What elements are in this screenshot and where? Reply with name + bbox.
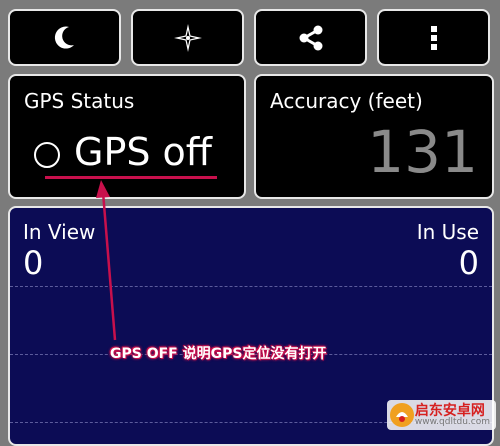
site-logo-icon — [389, 403, 414, 427]
watermark-url: www.qdltdu.com — [414, 416, 490, 427]
watermark-title: 启东安卓网 — [414, 402, 485, 419]
annotation-caption: GPS OFF 说明GPS定位没有打开 — [110, 346, 327, 362]
watermark: 启东安卓网 www.qdltdu.com — [386, 400, 496, 430]
annotation-arrow — [96, 180, 117, 341]
